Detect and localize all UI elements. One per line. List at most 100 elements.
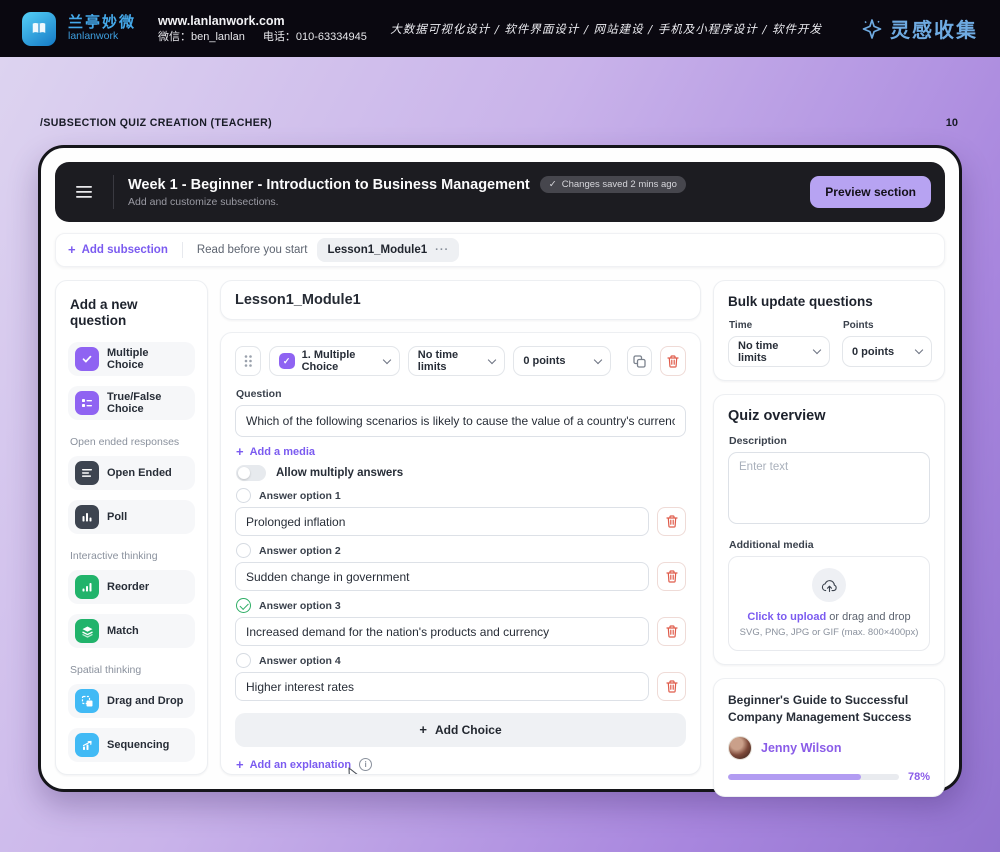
sidebar-item-open-ended[interactable]: Open Ended <box>68 456 195 490</box>
bar-chart-icon <box>75 505 99 529</box>
page-number: 10 <box>946 117 958 129</box>
bulk-update-card: Bulk update questions Time No time limit… <box>713 280 945 381</box>
tab-lesson1-module1[interactable]: Lesson1_Module1 ··· <box>317 238 459 262</box>
sidebar-title: Add a new question <box>70 297 195 329</box>
description-textarea[interactable] <box>728 452 930 524</box>
allow-multiple-toggle[interactable] <box>236 465 266 481</box>
delete-option-button[interactable] <box>657 562 686 591</box>
sidebar-item-multiple-choice[interactable]: Multiple Choice <box>68 342 195 376</box>
tab-more-icon[interactable]: ··· <box>435 248 449 252</box>
sidebar-section-interactive: Interactive thinking <box>70 550 195 562</box>
sidebar-item-label: Match <box>107 625 139 637</box>
section-header: Week 1 - Beginner - Introduction to Busi… <box>55 162 945 222</box>
drag-handle[interactable] <box>235 346 261 376</box>
sidebar-item-label: Drag and Drop <box>107 695 183 707</box>
check-square-icon: ✓ <box>279 353 295 369</box>
correct-answer-radio[interactable] <box>236 543 251 558</box>
add-choice-button[interactable]: + Add Choice <box>235 713 686 747</box>
question-type-value: 1. Multiple Choice <box>302 349 377 373</box>
sidebar-item-drag-and-drop[interactable]: Drag and Drop <box>68 684 195 718</box>
question-card: ✓ 1. Multiple Choice No time limits 0 po… <box>220 332 701 775</box>
phone-contact: 电话：010-63334945 <box>263 30 367 45</box>
section-subtitle: Add and customize subsections. <box>128 196 686 208</box>
allow-multiple-label: Allow multiply answers <box>276 467 403 479</box>
description-label: Description <box>729 435 930 447</box>
breadcrumb: /SUBSECTION QUIZ CREATION (TEACHER) <box>40 117 272 129</box>
brand-name-cn: 兰亭妙微 <box>68 15 136 31</box>
answer-option-input[interactable] <box>235 617 649 646</box>
click-to-upload-link[interactable]: Click to upload <box>747 611 826 623</box>
chevron-down-icon <box>488 355 496 363</box>
info-icon: i <box>359 758 372 771</box>
right-rail: Bulk update questions Time No time limit… <box>713 280 945 775</box>
menu-icon[interactable] <box>69 186 99 198</box>
preview-section-button[interactable]: Preview section <box>810 176 931 208</box>
sidebar-item-true-false[interactable]: True/False Choice <box>68 386 195 420</box>
add-choice-label: Add Choice <box>435 723 502 737</box>
delete-option-button[interactable] <box>657 507 686 536</box>
chevron-down-icon <box>383 355 391 363</box>
sidebar-item-match[interactable]: Match <box>68 614 195 648</box>
correct-answer-radio[interactable] <box>236 488 251 503</box>
answer-option-block: Answer option 4 <box>235 653 686 701</box>
points-value: 0 points <box>523 355 588 367</box>
answer-option-input[interactable] <box>235 672 649 701</box>
author-name[interactable]: Jenny Wilson <box>761 741 841 755</box>
plus-icon: + <box>236 447 244 457</box>
duplicate-question-button[interactable] <box>627 346 653 376</box>
upload-hint: SVG, PNG, JPG or GIF (max. 800×400px) <box>740 627 919 638</box>
question-type-sidebar: Add a new question Multiple Choice True/… <box>55 280 208 775</box>
progress-fill <box>728 774 861 780</box>
sidebar-item-label: Poll <box>107 511 127 523</box>
wechat-contact: 微信：ben_lanlan <box>158 30 245 45</box>
add-media-link[interactable]: + Add a media <box>236 446 686 458</box>
sidebar-item-poll[interactable]: Poll <box>68 500 195 534</box>
contact-block: www.lanlanwork.com 微信：ben_lanlan 电话：010-… <box>158 13 367 45</box>
subsection-tabbar: + Add subsection Read before you start L… <box>55 233 945 267</box>
tab-read-before-you-start[interactable]: Read before you start <box>197 244 308 256</box>
sidebar-item-sequencing[interactable]: Sequencing <box>68 728 195 762</box>
question-input[interactable] <box>235 405 686 437</box>
sidebar-item-reorder[interactable]: Reorder <box>68 570 195 604</box>
ascending-bars-icon <box>75 575 99 599</box>
add-explanation-link[interactable]: + Add an explanation i <box>236 758 686 771</box>
app-window: Week 1 - Beginner - Introduction to Busi… <box>38 145 962 792</box>
bulk-time-select[interactable]: No time limits <box>728 336 830 367</box>
delete-question-button[interactable] <box>660 346 686 376</box>
services-list: 大数据可视化设计 / 软件界面设计 / 网站建设 / 手机及小程序设计 / 软件… <box>390 21 822 37</box>
time-limit-select[interactable]: No time limits <box>408 346 506 376</box>
media-upload-dropzone[interactable]: Click to upload or drag and drop SVG, PN… <box>728 556 930 651</box>
time-limit-value: No time limits <box>418 349 483 373</box>
question-type-select[interactable]: ✓ 1. Multiple Choice <box>269 346 400 376</box>
website-url: www.lanlanwork.com <box>158 13 367 30</box>
tab-divider <box>182 242 183 258</box>
active-tab-label: Lesson1_Module1 <box>327 244 427 256</box>
answer-option-input[interactable] <box>235 562 649 591</box>
cursor-pointer-icon <box>348 767 360 775</box>
bulk-points-value: 0 points <box>852 346 909 358</box>
collection-logo: 灵感收集 <box>860 14 978 43</box>
delete-option-button[interactable] <box>657 672 686 701</box>
answer-option-block: Answer option 3 <box>235 598 686 646</box>
saved-badge-text: Changes saved 2 mins ago <box>562 179 677 190</box>
bulk-points-select[interactable]: 0 points <box>842 336 932 367</box>
answer-option-label: Answer option 4 <box>259 655 341 667</box>
sidebar-item-label: Open Ended <box>107 467 172 479</box>
progress-bar <box>728 774 899 780</box>
add-explanation-label: Add an explanation <box>250 759 351 771</box>
sidebar-section-spatial: Spatial thinking <box>70 664 195 676</box>
sidebar-section-open-ended: Open ended responses <box>70 436 195 448</box>
correct-answer-radio[interactable] <box>236 653 251 668</box>
panel-title: Lesson1_Module1 <box>220 280 701 320</box>
correct-answer-radio[interactable] <box>236 598 251 613</box>
delete-option-button[interactable] <box>657 617 686 646</box>
add-subsection-button[interactable]: + Add subsection <box>68 244 168 256</box>
answer-option-input[interactable] <box>235 507 649 536</box>
sidebar-item-label: True/False Choice <box>107 391 188 415</box>
quiz-overview-card: Quiz overview Description Additional med… <box>713 394 945 665</box>
brand-logo-icon <box>22 12 56 46</box>
avatar <box>728 736 752 760</box>
sidebar-item-label: Sequencing <box>107 739 169 751</box>
quiz-overview-title: Quiz overview <box>728 408 930 424</box>
points-select[interactable]: 0 points <box>513 346 611 376</box>
